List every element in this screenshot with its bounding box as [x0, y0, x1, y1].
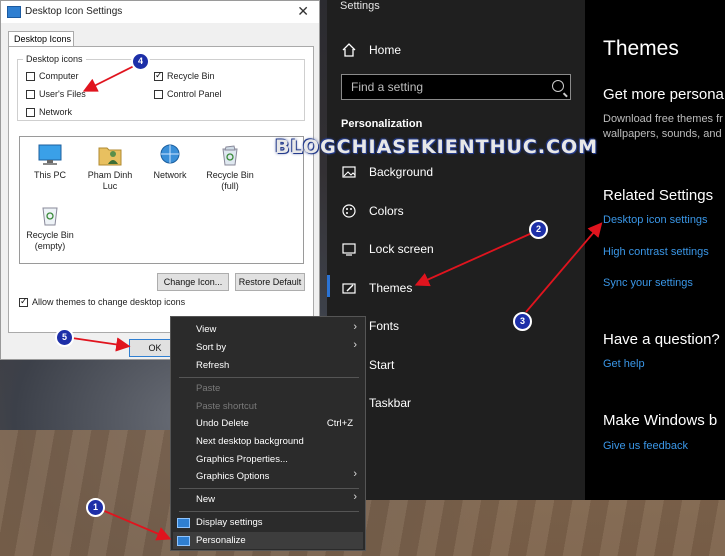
step-marker-3: 3 — [513, 312, 532, 331]
step-marker-2: 2 — [529, 220, 548, 239]
arrow-4 — [82, 65, 135, 92]
step-marker-4: 4 — [131, 52, 150, 71]
arrow-1 — [101, 509, 172, 541]
annotation-arrows — [71, 65, 603, 541]
arrow-5 — [71, 337, 131, 352]
arrow-2 — [414, 232, 533, 287]
step-marker-5: 5 — [55, 328, 74, 347]
step-marker-1: 1 — [86, 498, 105, 517]
